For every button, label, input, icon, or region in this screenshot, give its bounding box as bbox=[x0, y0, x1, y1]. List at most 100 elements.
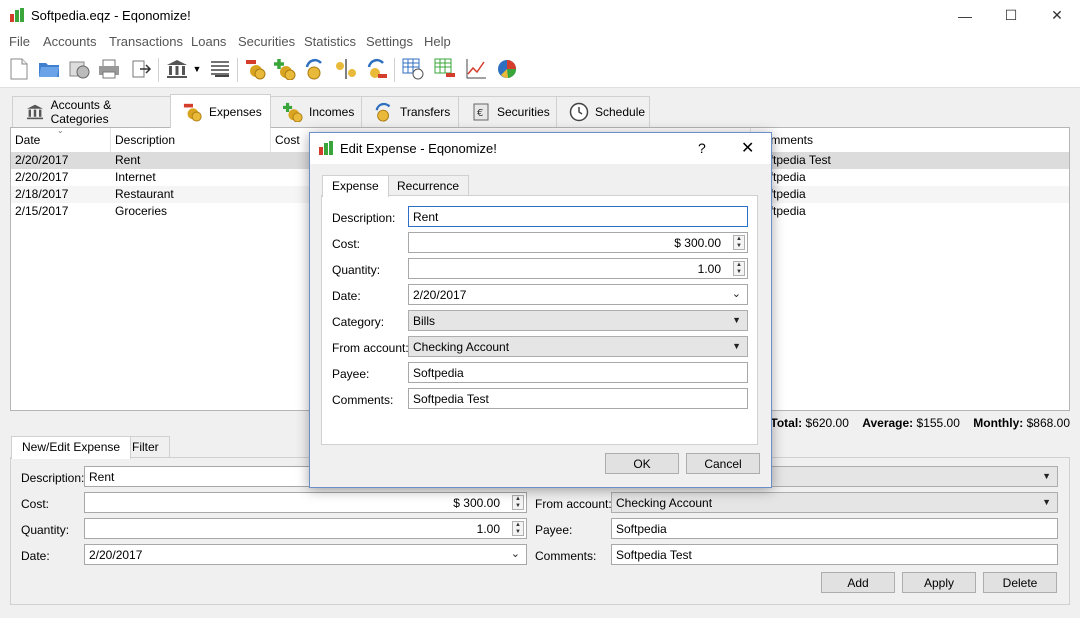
dropdown-arrow-icon[interactable]: ▼ bbox=[1042, 497, 1051, 507]
quantity-input[interactable]: 1.00 ▲ ▼ bbox=[84, 518, 527, 539]
cost-input[interactable]: $ 300.00 ▲ ▼ bbox=[84, 492, 527, 513]
edit-expense-dialog: Edit Expense - Eqonomize! ? ✕ Expense Re… bbox=[309, 132, 772, 488]
toolbar-separator bbox=[394, 58, 395, 82]
menu-securities[interactable]: Securities bbox=[238, 34, 295, 49]
pie-chart-icon[interactable] bbox=[495, 57, 519, 81]
cancel-button[interactable]: Cancel bbox=[686, 453, 760, 474]
from-account-label: From account: bbox=[332, 341, 409, 355]
dropdown-arrow-icon[interactable]: ▼ bbox=[1042, 471, 1051, 481]
line-chart-icon[interactable] bbox=[464, 57, 488, 81]
tab-transfers[interactable]: Transfers bbox=[361, 96, 459, 127]
ok-button[interactable]: OK bbox=[605, 453, 679, 474]
payee-input[interactable]: Softpedia bbox=[611, 518, 1058, 539]
dropdown-arrow-icon[interactable]: ▼ bbox=[732, 315, 741, 325]
dialog-close-button[interactable]: ✕ bbox=[741, 138, 754, 158]
tab-accounts-categories[interactable]: Accounts & Categories bbox=[12, 96, 171, 127]
from-account-select[interactable]: Checking Account ▼ bbox=[408, 336, 748, 357]
tab-schedule[interactable]: Schedule bbox=[556, 96, 650, 127]
menu-accounts[interactable]: Accounts bbox=[43, 34, 96, 49]
new-expense-icon[interactable] bbox=[244, 57, 268, 81]
menu-help[interactable]: Help bbox=[424, 34, 451, 49]
description-input[interactable]: Rent bbox=[84, 466, 314, 487]
cost-input[interactable]: $ 300.00 ▲ ▼ bbox=[408, 232, 748, 253]
monthly-value: $868.00 bbox=[1026, 416, 1070, 430]
from-account-select[interactable]: Checking Account ▼ bbox=[611, 492, 1058, 513]
help-button[interactable]: ? bbox=[698, 140, 706, 156]
open-folder-icon[interactable] bbox=[37, 57, 61, 81]
new-income-icon[interactable] bbox=[273, 57, 297, 81]
minimize-button[interactable]: — bbox=[942, 0, 988, 31]
split-transaction-icon[interactable] bbox=[334, 57, 358, 81]
payee-input[interactable]: Softpedia bbox=[408, 362, 748, 383]
new-file-icon[interactable] bbox=[7, 57, 31, 81]
tab-expenses[interactable]: Expenses bbox=[170, 94, 271, 128]
quantity-stepper[interactable]: ▲ ▼ bbox=[512, 521, 524, 536]
field-value: $ 300.00 bbox=[674, 236, 721, 250]
new-transfer-icon[interactable] bbox=[303, 57, 327, 81]
refund-icon[interactable] bbox=[365, 57, 389, 81]
schedule-table-icon[interactable] bbox=[401, 57, 425, 81]
tab-label: New/Edit Expense bbox=[22, 440, 121, 454]
export-icon[interactable] bbox=[129, 57, 153, 81]
field-value: $ 300.00 bbox=[453, 496, 500, 510]
monthly-label: Monthly: bbox=[973, 416, 1024, 430]
column-header-comments[interactable]: Comments bbox=[751, 128, 1069, 152]
description-input[interactable]: Rent bbox=[408, 206, 748, 227]
toolbar: ▼ bbox=[0, 52, 1080, 88]
tab-recurrence[interactable]: Recurrence bbox=[387, 175, 470, 196]
tab-securities[interactable]: € Securities bbox=[458, 96, 557, 127]
menu-loans[interactable]: Loans bbox=[191, 34, 226, 49]
menu-file[interactable]: File bbox=[9, 34, 30, 49]
dropdown-arrow-icon[interactable]: ▼ bbox=[732, 341, 741, 351]
chevron-down-icon[interactable]: ⌄ bbox=[732, 287, 741, 300]
tab-incomes[interactable]: Incomes bbox=[270, 96, 362, 127]
maximize-button[interactable]: ☐ bbox=[988, 0, 1034, 31]
column-header-description[interactable]: Description bbox=[111, 128, 271, 152]
bank-icon[interactable] bbox=[165, 57, 189, 81]
print-icon[interactable] bbox=[97, 57, 121, 81]
expense-icon bbox=[183, 102, 203, 122]
field-value: Checking Account bbox=[413, 340, 510, 354]
cell-description: Restaurant bbox=[115, 187, 174, 201]
tab-label: Expenses bbox=[209, 104, 262, 119]
date-label: Date: bbox=[332, 289, 361, 303]
table-edit-icon[interactable] bbox=[433, 57, 457, 81]
quantity-stepper[interactable]: ▲ ▼ bbox=[733, 261, 745, 276]
chevron-down-icon[interactable]: ▼ bbox=[190, 57, 204, 81]
toolbar-separator bbox=[237, 58, 238, 82]
date-picker[interactable]: 2/20/2017 ⌄ bbox=[408, 284, 748, 305]
cost-stepper[interactable]: ▲ ▼ bbox=[733, 235, 745, 250]
menu-statistics[interactable]: Statistics bbox=[304, 34, 356, 49]
column-header-label: Description bbox=[115, 133, 176, 147]
add-button[interactable]: Add bbox=[821, 572, 895, 593]
apply-button[interactable]: Apply bbox=[902, 572, 976, 593]
category-select[interactable]: Bills ▼ bbox=[408, 310, 748, 331]
close-button[interactable]: ✕ bbox=[1034, 0, 1080, 31]
comments-input[interactable]: Softpedia Test bbox=[408, 388, 748, 409]
quantity-input[interactable]: 1.00 ▲ ▼ bbox=[408, 258, 748, 279]
date-picker[interactable]: 2/20/2017 ⌄ bbox=[84, 544, 527, 565]
delete-button[interactable]: Delete bbox=[983, 572, 1057, 593]
tab-new-edit-expense[interactable]: New/Edit Expense bbox=[11, 436, 132, 459]
field-value: Checking Account bbox=[616, 496, 713, 510]
tab-expense[interactable]: Expense bbox=[322, 175, 389, 197]
cost-stepper[interactable]: ▲ ▼ bbox=[512, 495, 524, 510]
menu-bar: File Accounts Transactions Loans Securit… bbox=[0, 31, 1080, 52]
column-header-label: Date bbox=[15, 133, 41, 147]
chevron-down-icon[interactable]: ⌄ bbox=[511, 547, 520, 560]
date-label: Date: bbox=[21, 549, 50, 563]
tab-label: Incomes bbox=[309, 105, 355, 119]
toolbar-separator bbox=[158, 58, 159, 82]
open-recent-icon[interactable] bbox=[67, 57, 91, 81]
field-value: 2/20/2017 bbox=[89, 548, 143, 562]
menu-settings[interactable]: Settings bbox=[366, 34, 413, 49]
comments-input[interactable]: Softpedia Test bbox=[611, 544, 1058, 565]
list-icon[interactable] bbox=[208, 57, 232, 81]
field-value: Rent bbox=[413, 210, 439, 224]
clock-icon bbox=[569, 102, 589, 122]
payee-label: Payee: bbox=[535, 523, 573, 537]
menu-transactions[interactable]: Transactions bbox=[109, 34, 183, 49]
cell-description: Rent bbox=[115, 153, 141, 167]
column-header-date[interactable]: Date ⌄ bbox=[11, 126, 111, 152]
quantity-label: Quantity: bbox=[332, 263, 381, 277]
